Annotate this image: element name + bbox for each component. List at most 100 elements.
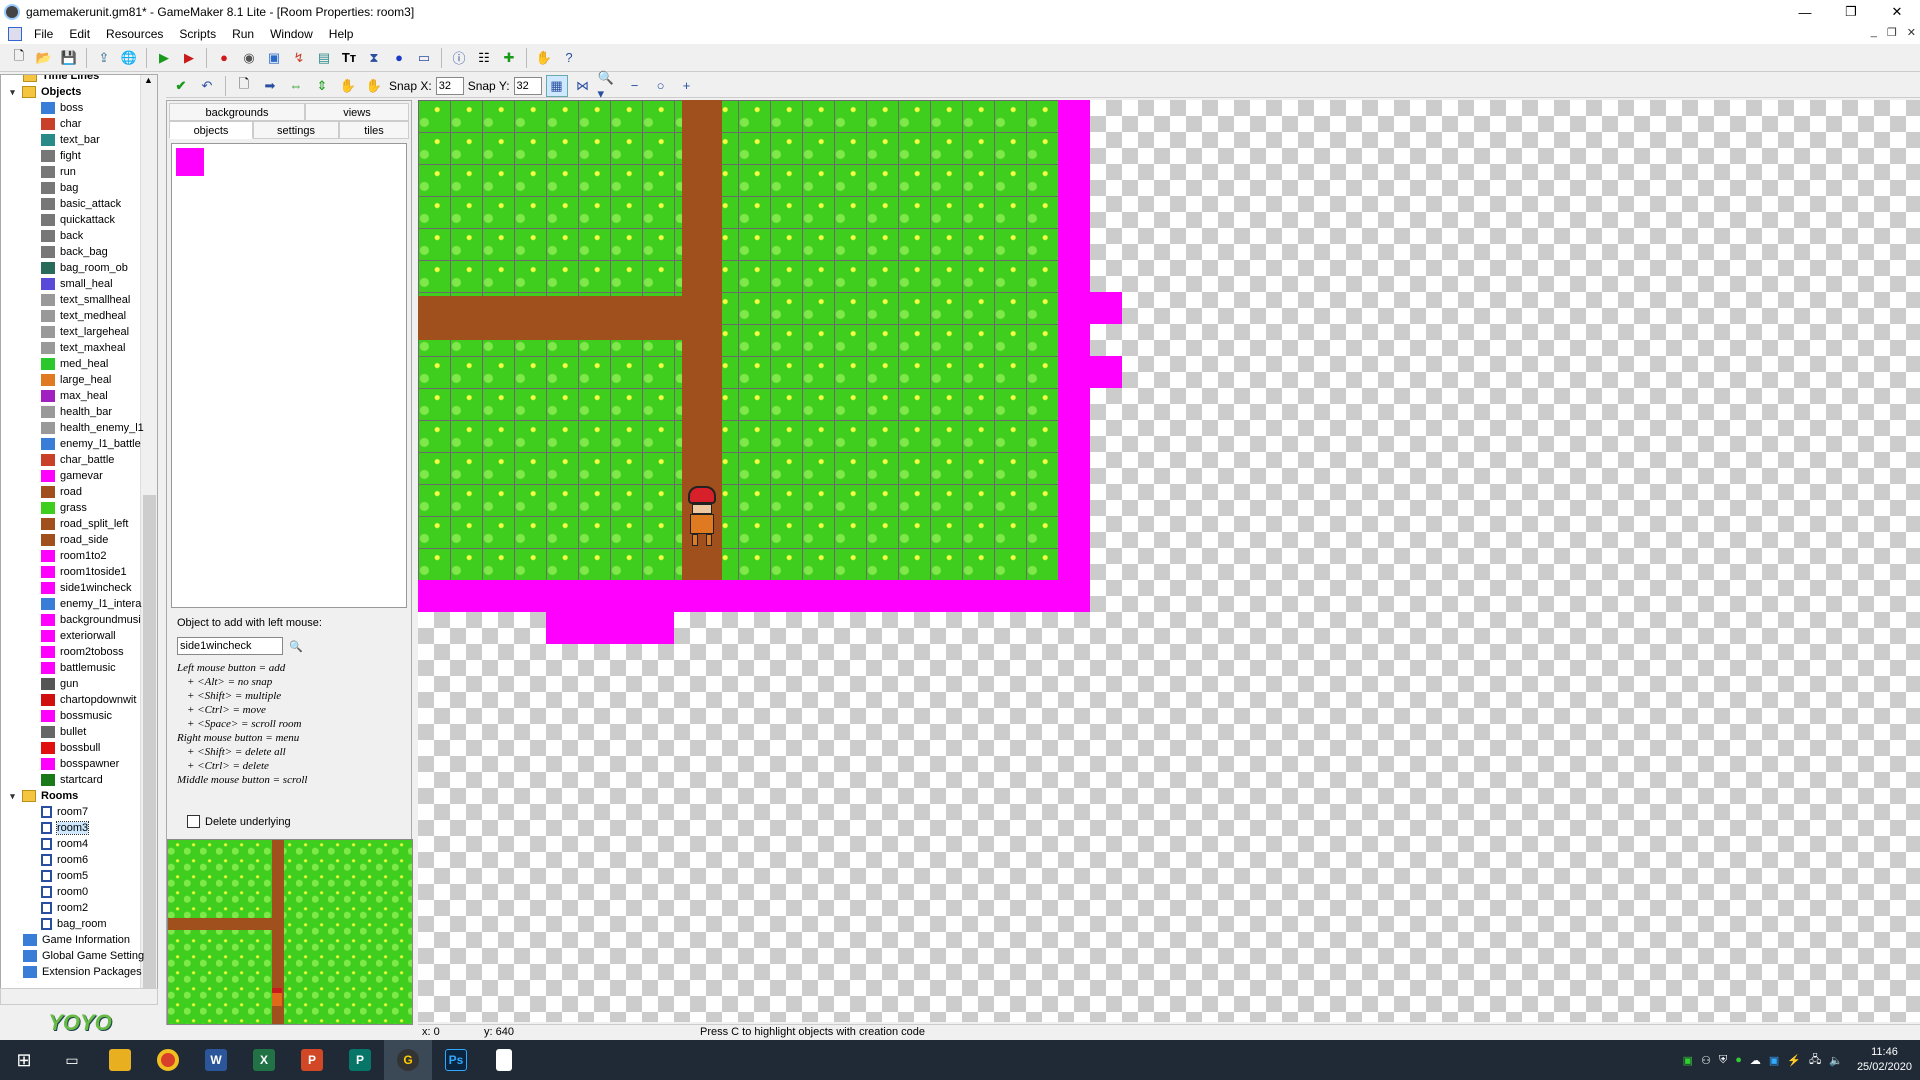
tree-object-room1toside1[interactable]: room1toside1 <box>41 564 127 580</box>
timeline-icon[interactable]: ⧗ <box>363 47 385 69</box>
menu-run[interactable]: Run <box>224 27 262 41</box>
sort-y-icon[interactable]: ⇕ <box>311 75 333 97</box>
tree-object-room2toboss[interactable]: room2toboss <box>41 644 124 660</box>
menu-file[interactable]: File <box>26 27 61 41</box>
mdi-close-icon[interactable]: ✕ <box>1907 26 1916 39</box>
object-icon[interactable]: ● <box>388 47 410 69</box>
sort-x-icon[interactable]: ⇔ <box>285 75 307 97</box>
scroll-up-icon[interactable]: ▲ <box>144 75 153 85</box>
show-options-icon[interactable]: 🔍▾ <box>598 70 620 101</box>
tree-object-small-heal[interactable]: small_heal <box>41 276 113 292</box>
restore-button[interactable]: ❐ <box>1828 0 1874 24</box>
sprite-icon[interactable]: ● <box>213 47 235 69</box>
extension-icon[interactable]: ✚ <box>498 47 520 69</box>
selected-object-field[interactable]: side1wincheck <box>177 637 283 655</box>
tree-object-char[interactable]: char <box>41 116 81 132</box>
tree-object-gun[interactable]: gun <box>41 676 78 692</box>
tree-object-chartopdownwit[interactable]: chartopdownwit <box>41 692 136 708</box>
snap-x-input[interactable]: 32 <box>435 76 464 95</box>
tree-object-char-battle[interactable]: char_battle <box>41 452 114 468</box>
close-button[interactable]: ✕ <box>1874 0 1920 24</box>
windows-start-icon[interactable]: ⊞ <box>0 1040 48 1080</box>
sound-icon[interactable]: ◉ <box>238 47 260 69</box>
tree-object-large-heal[interactable]: large_heal <box>41 372 111 388</box>
font-icon[interactable]: Tт <box>338 47 360 69</box>
tray-power-icon[interactable]: ⚡ <box>1787 1054 1801 1067</box>
publisher-icon[interactable]: P <box>336 1040 384 1080</box>
tree-object-text-smallheal[interactable]: text_smallheal <box>41 292 130 308</box>
zoom-out-icon[interactable]: − <box>624 75 646 97</box>
tree-object-room1to2[interactable]: room1to2 <box>41 548 106 564</box>
tray-app-icon[interactable]: ▣ <box>1683 1054 1693 1067</box>
game-info-icon[interactable]: ⓘ <box>448 47 470 69</box>
tree-object-bag-room-ob[interactable]: bag_room_ob <box>41 260 128 276</box>
tree-object-text-bar[interactable]: text_bar <box>41 132 100 148</box>
run-debug-icon[interactable]: ▶ <box>178 47 200 69</box>
powerpoint-icon[interactable]: P <box>288 1040 336 1080</box>
tree-object-back-bag[interactable]: back_bag <box>41 244 108 260</box>
tree-room-room6[interactable]: room6 <box>41 852 88 868</box>
tree-object-text-maxheal[interactable]: text_maxheal <box>41 340 125 356</box>
tree-object-side1wincheck[interactable]: side1wincheck <box>41 580 132 596</box>
create-executable-icon[interactable]: ⇪ <box>93 47 115 69</box>
save-icon[interactable]: 💾 <box>58 47 80 69</box>
tree-game-information[interactable]: Game Information <box>23 932 130 948</box>
open-folder-icon[interactable]: 📂 <box>33 47 55 69</box>
gamemaker-taskbar-icon[interactable]: G <box>384 1040 432 1080</box>
tree-object-exteriorwall[interactable]: exteriorwall <box>41 628 116 644</box>
menu-edit[interactable]: Edit <box>61 27 98 41</box>
tree-object-grass[interactable]: grass <box>41 500 87 516</box>
tree-object-med-heal[interactable]: med_heal <box>41 356 108 372</box>
object-preview-box[interactable] <box>171 143 407 608</box>
tree-object-run[interactable]: run <box>41 164 76 180</box>
tree-room-room7[interactable]: room7 <box>41 804 88 820</box>
tree-object-road-split-left[interactable]: road_split_left <box>41 516 129 532</box>
tree-object-back[interactable]: back <box>41 228 83 244</box>
tree-object-text-medheal[interactable]: text_medheal <box>41 308 126 324</box>
excel-icon[interactable]: X <box>240 1040 288 1080</box>
photoshop-icon[interactable]: Ps <box>432 1040 480 1080</box>
room-minimap[interactable] <box>167 839 413 1025</box>
tree-object-max-heal[interactable]: max_heal <box>41 388 108 404</box>
global-settings-icon[interactable]: ☷ <box>473 47 495 69</box>
room-icon[interactable]: ▭ <box>413 47 435 69</box>
tab-objects[interactable]: objects <box>169 121 253 139</box>
tree-folder-rooms[interactable]: ▾ Rooms <box>7 788 78 804</box>
tree-object-bossbull[interactable]: bossbull <box>41 740 100 756</box>
tree-object-bosspawner[interactable]: bosspawner <box>41 756 119 772</box>
tray-display-icon[interactable]: ▣ <box>1769 1054 1779 1067</box>
tree-horizontal-scrollbar[interactable] <box>0 988 158 1005</box>
tree-room-room0[interactable]: room0 <box>41 884 88 900</box>
tree-room-room5[interactable]: room5 <box>41 868 88 884</box>
tray-network-icon[interactable]: 🖧 <box>1809 1051 1821 1070</box>
expand-toggle-icon[interactable]: ▾ <box>7 87 18 98</box>
run-icon[interactable]: ▶ <box>153 47 175 69</box>
tree-object-fight[interactable]: fight <box>41 148 81 164</box>
zoom-in-icon[interactable]: + <box>676 75 698 97</box>
minimize-button[interactable]: — <box>1782 0 1828 24</box>
tray-chrome-icon[interactable]: ● <box>1735 1054 1742 1066</box>
isometric-grid-icon[interactable]: ⋈ <box>572 75 594 97</box>
tree-object-road-side[interactable]: road_side <box>41 532 108 548</box>
tree-room-room4[interactable]: room4 <box>41 836 88 852</box>
tree-folder-objects[interactable]: ▾ Objects <box>7 84 81 100</box>
word-icon[interactable]: W <box>192 1040 240 1080</box>
room-canvas[interactable] <box>418 100 1920 1022</box>
chrome-icon[interactable] <box>144 1040 192 1080</box>
tree-object-enemy-l1-intera[interactable]: enemy_l1_intera <box>41 596 141 612</box>
tab-tiles[interactable]: tiles <box>339 121 409 139</box>
tree-folder-timelines[interactable]: Time Lines <box>23 75 99 84</box>
undo-icon[interactable]: ↶ <box>196 75 218 97</box>
tab-views[interactable]: views <box>305 103 409 121</box>
document-icon[interactable] <box>8 27 22 41</box>
menu-help[interactable]: Help <box>321 27 362 41</box>
manual-icon[interactable]: ✋ <box>533 47 555 69</box>
help-icon[interactable]: ? <box>558 47 580 69</box>
tree-vertical-scrollbar[interactable]: ▲ ▼ <box>140 75 157 1003</box>
tree-room-room2[interactable]: room2 <box>41 900 88 916</box>
zoom-normal-icon[interactable]: ○ <box>650 75 672 97</box>
ok-check-icon[interactable]: ✔ <box>170 75 192 97</box>
script-icon[interactable]: ▤ <box>313 47 335 69</box>
tree-object-startcard[interactable]: startcard <box>41 772 103 788</box>
menu-window[interactable]: Window <box>262 27 321 41</box>
